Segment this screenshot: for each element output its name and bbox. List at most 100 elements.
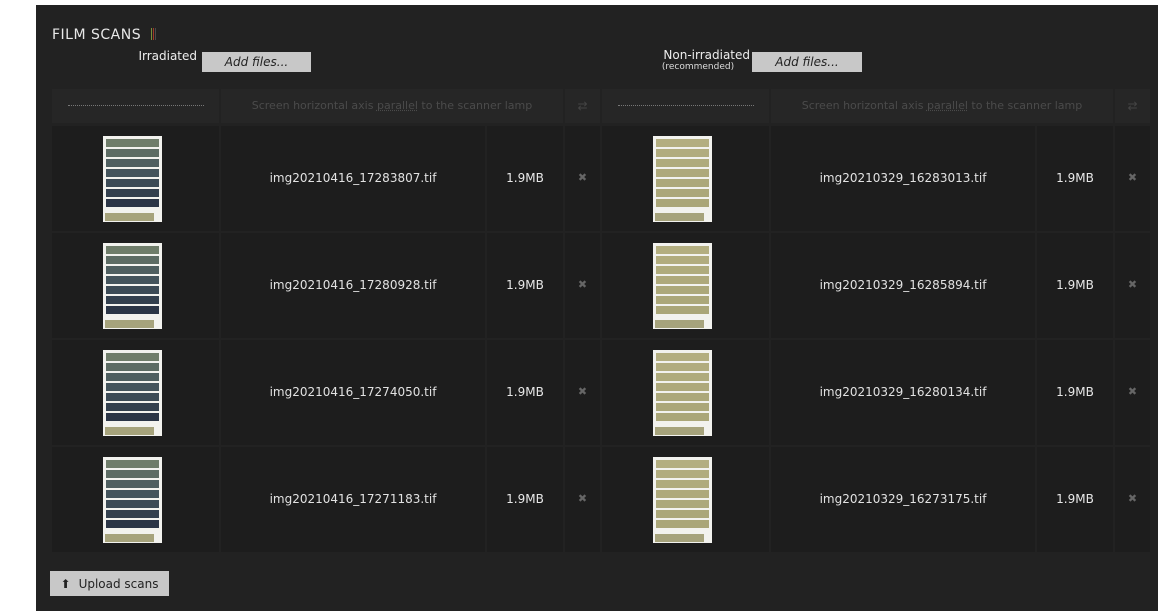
header-dots	[68, 105, 204, 106]
film-strip	[656, 403, 709, 411]
filename-cell: img20210416_17280928.tif	[221, 233, 485, 338]
remove-cell: ✖	[565, 447, 600, 552]
film-strip	[106, 286, 159, 294]
film-strip	[656, 149, 709, 157]
film-strip	[106, 179, 159, 187]
remove-file-icon[interactable]: ✖	[565, 126, 600, 231]
film-strip	[656, 510, 709, 518]
film-strip	[656, 520, 709, 528]
title-bar-mark	[151, 28, 153, 40]
upload-scans-button[interactable]: ⬆ Upload scans	[50, 571, 169, 596]
upload-icon: ⬆	[60, 576, 71, 591]
film-strip	[656, 460, 709, 468]
film-thumbnail	[653, 243, 712, 329]
film-strip	[106, 520, 159, 528]
remove-file-icon[interactable]: ✖	[1115, 233, 1150, 338]
file-row: img20210416_17274050.tif 1.9MB ✖	[52, 340, 600, 445]
thumbnail-cell	[602, 447, 769, 552]
axis-parallel-link[interactable]: parallel	[927, 99, 968, 112]
remove-cell: ✖	[1115, 233, 1150, 338]
film-strip	[106, 276, 159, 284]
film-strip	[106, 500, 159, 508]
filename-cell: img20210416_17274050.tif	[221, 340, 485, 445]
film-strip	[656, 256, 709, 264]
header-dots	[618, 105, 754, 106]
filename-cell: img20210416_17271183.tif	[221, 447, 485, 552]
file-name: img20210329_16283013.tif	[819, 171, 987, 185]
film-strip	[656, 266, 709, 274]
thumbnail-cell	[602, 233, 769, 338]
remove-file-icon[interactable]: ✖	[1115, 447, 1150, 552]
film-strip	[106, 296, 159, 304]
rotate-icon[interactable]: ⇄	[1115, 89, 1150, 123]
film-strip	[106, 169, 159, 177]
header-rotate-cell[interactable]: ⇄	[565, 89, 600, 123]
axis-text-suffix: to the scanner lamp	[967, 99, 1083, 112]
thumbnail-cell	[602, 126, 769, 231]
film-strip	[656, 470, 709, 478]
file-name: img20210329_16280134.tif	[819, 385, 987, 399]
thumbnail-cell	[602, 340, 769, 445]
remove-file-icon[interactable]: ✖	[565, 447, 600, 552]
remove-file-icon[interactable]: ✖	[565, 340, 600, 445]
axis-parallel-link[interactable]: parallel	[377, 99, 418, 112]
irradiated-add-files-button[interactable]: Add files...	[202, 52, 311, 72]
film-strip	[656, 490, 709, 498]
thumbnail-cell	[52, 340, 219, 445]
axis-text-prefix: Screen horizontal axis	[801, 99, 927, 112]
film-base-strip	[105, 320, 154, 328]
irradiated-table: Screen horizontal axis parallel to the s…	[52, 89, 600, 552]
non-irradiated-label-text: Non-irradiated	[663, 48, 750, 62]
thumbnail-cell	[52, 447, 219, 552]
file-name: img20210416_17280928.tif	[269, 278, 437, 292]
film-strip	[106, 256, 159, 264]
film-thumbnail	[103, 350, 162, 436]
remove-cell: ✖	[1115, 447, 1150, 552]
axis-orientation-text: Screen horizontal axis parallel to the s…	[771, 89, 1113, 123]
file-size: 1.9MB	[1056, 385, 1094, 399]
file-size: 1.9MB	[1056, 278, 1094, 292]
thumbnail-cell	[52, 126, 219, 231]
upload-scans-label: Upload scans	[78, 576, 159, 591]
file-name: img20210416_17271183.tif	[269, 492, 437, 506]
film-base-strip	[655, 320, 704, 328]
file-row: img20210416_17280928.tif 1.9MB ✖	[52, 233, 600, 338]
non-irradiated-add-files-button[interactable]: Add files...	[752, 52, 862, 72]
file-size: 1.9MB	[1056, 492, 1094, 506]
film-strip	[106, 403, 159, 411]
rotate-icon[interactable]: ⇄	[565, 89, 600, 123]
file-row: img20210329_16285894.tif 1.9MB ✖	[602, 233, 1150, 338]
title-bar-mark	[155, 28, 157, 40]
file-name: img20210329_16273175.tif	[819, 492, 987, 506]
film-strip	[106, 306, 159, 314]
film-base-strip	[105, 213, 154, 221]
film-strip	[656, 296, 709, 304]
remove-file-icon[interactable]: ✖	[1115, 126, 1150, 231]
film-thumbnail	[103, 243, 162, 329]
film-strip	[106, 363, 159, 371]
film-strip	[656, 169, 709, 177]
recommended-label: (recommended)	[661, 62, 735, 72]
header-rotate-cell[interactable]: ⇄	[1115, 89, 1150, 123]
film-strip	[656, 413, 709, 421]
filename-cell: img20210416_17283807.tif	[221, 126, 485, 231]
film-thumbnail	[653, 350, 712, 436]
film-strip	[106, 373, 159, 381]
file-name: img20210416_17283807.tif	[269, 171, 437, 185]
film-thumbnail	[653, 136, 712, 222]
remove-file-icon[interactable]: ✖	[1115, 340, 1150, 445]
film-strip	[656, 159, 709, 167]
film-strip	[656, 189, 709, 197]
remove-file-icon[interactable]: ✖	[565, 233, 600, 338]
title-bars-icon	[151, 28, 157, 40]
film-strip	[106, 199, 159, 207]
film-strip	[106, 189, 159, 197]
header-axis-cell: Screen horizontal axis parallel to the s…	[221, 89, 563, 123]
film-strip	[656, 306, 709, 314]
film-strip	[656, 383, 709, 391]
file-name: img20210416_17274050.tif	[269, 385, 437, 399]
film-base-strip	[105, 534, 154, 542]
file-row: img20210329_16273175.tif 1.9MB ✖	[602, 447, 1150, 552]
filename-cell: img20210329_16280134.tif	[771, 340, 1035, 445]
filesize-cell: 1.9MB	[487, 340, 563, 445]
